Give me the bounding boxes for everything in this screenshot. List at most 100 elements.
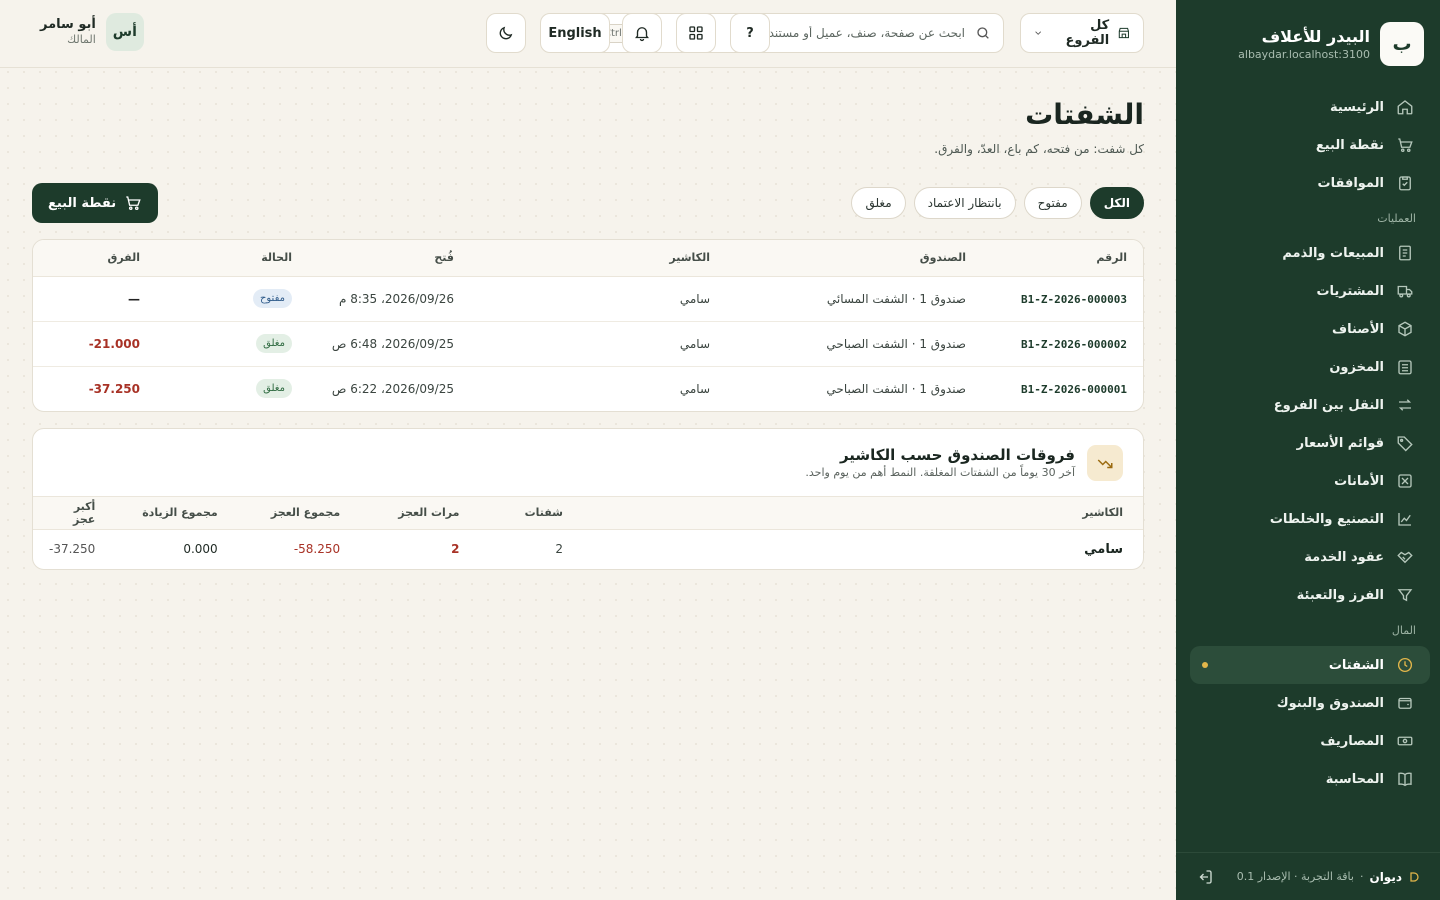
logout-icon[interactable] (1196, 868, 1214, 886)
variance-shortage-total: -58.250 (293, 542, 341, 557)
shift-number[interactable]: B1-Z-2026-000003 (1021, 293, 1127, 306)
avatar: أس (105, 13, 144, 51)
pos-button-label: نقطة البيع (48, 195, 117, 211)
sidebar-item-label: نقطة البيع (1315, 137, 1384, 153)
table-row[interactable]: B1-Z-2026-000003 صندوق 1 · الشفت المسائي… (33, 276, 1143, 322)
pos-button[interactable]: نقطة البيع (32, 183, 159, 223)
sidebar-item-label: التصنيع والخلطات (1269, 511, 1384, 527)
sidebar-item-label: المحاسبة (1325, 771, 1384, 787)
sidebar-item-sorting[interactable]: الفرز والتعبئة (1190, 576, 1430, 614)
variance-header: فروقات الصندوق حسب الكاشير آخر 30 يوماً … (33, 429, 1143, 497)
filter-closed[interactable]: مغلق (851, 187, 906, 219)
filter-pending-approval[interactable]: بانتظار الاعتماد (913, 187, 1016, 219)
sidebar-item-label: الموافقات (1317, 175, 1384, 191)
col-status: الحالة (156, 240, 308, 277)
theme-toggle[interactable] (486, 13, 526, 53)
shift-cashier: سامي (679, 381, 710, 396)
sidebar-item-manufacturing[interactable]: التصنيع والخلطات (1190, 500, 1430, 538)
warehouse-icon (1398, 360, 1412, 375)
variance-subtitle: آخر 30 يوماً من الشفتات المغلقة. النمط أ… (805, 465, 1075, 479)
variance-surplus-total: 0.000 (183, 542, 218, 557)
user-menu[interactable]: أس أبو سامر المالك (40, 13, 144, 51)
sidebar-item-label: عقود الخدمة (1304, 549, 1384, 565)
col-drawer: الصندوق (726, 240, 982, 277)
filter-all[interactable]: الكل (1089, 187, 1144, 219)
sidebar-item-accounting[interactable]: المحاسبة (1190, 760, 1430, 798)
sidebar-item-pos[interactable]: نقطة البيع (1190, 126, 1430, 164)
transfer-icon (1398, 399, 1412, 411)
apps-grid-button[interactable] (676, 13, 716, 53)
status-badge: مغلق (256, 379, 292, 399)
sidebar-item-inventory[interactable]: المخزون (1190, 348, 1430, 386)
variance-cashier: سامي (1084, 541, 1123, 557)
col-cashier: الكاشير (470, 240, 726, 277)
receipt-icon (1399, 245, 1411, 261)
language-toggle[interactable]: English (540, 13, 610, 53)
table-row: سامي 2 2 -58.250 0.000 -37.250 (33, 529, 1143, 569)
sidebar-item-expenses[interactable]: المصاريف (1190, 722, 1430, 760)
col-diff: الفرق (33, 240, 156, 277)
shift-cashier: سامي (470, 321, 726, 367)
footer-separator: · (1359, 870, 1364, 883)
user-role: المالك (67, 33, 96, 46)
help-button[interactable]: ? (730, 13, 770, 53)
active-indicator-dot (1202, 662, 1208, 668)
store-icon (1119, 27, 1130, 39)
sidebar-item-transfers[interactable]: النقل بين الفروع (1190, 386, 1430, 424)
shift-opened: 2026/09/25، 6:48 ص (308, 321, 470, 367)
sidebar-item-sales[interactable]: المبيعات والذمم (1190, 234, 1430, 272)
shift-number[interactable]: B1-Z-2026-000002 (1021, 338, 1127, 351)
grid-icon (689, 26, 703, 40)
tag-icon (1397, 436, 1413, 452)
col-max-shortage: أكبر عجز (33, 497, 112, 530)
variance-title: فروقات الصندوق حسب الكاشير (839, 445, 1075, 464)
sidebar-item-label: المخزون (1329, 359, 1384, 375)
sidebar-item-label: الشفتات (1328, 657, 1384, 673)
col-opened: فُتح (308, 240, 470, 277)
factory-icon (1398, 513, 1411, 526)
nav-section-operations: العمليات (1377, 211, 1416, 225)
table-row[interactable]: B1-Z-2026-000001 صندوق 1 · الشفت الصباحي… (33, 366, 1143, 411)
topbar: كل الفروع Ctrl K ? English أس أبو سامر ا… (0, 0, 1176, 68)
cart-icon (126, 196, 141, 211)
diwan-logo-icon (1410, 871, 1419, 882)
sidebar-item-consignments[interactable]: الأمانات (1190, 462, 1430, 500)
branch-select[interactable]: كل الفروع (1020, 13, 1144, 53)
col-number: الرقم (982, 240, 1143, 277)
brand-logo: ب (1380, 22, 1424, 66)
notifications-button[interactable] (622, 13, 662, 53)
sidebar-item-label: قوائم الأسعار (1296, 435, 1384, 451)
nav-section-money: المال (1391, 623, 1416, 637)
branch-select-label: كل الفروع (1065, 18, 1110, 48)
sidebar-item-purchases[interactable]: المشتريات (1190, 272, 1430, 310)
sidebar-item-service-contracts[interactable]: عقود الخدمة (1190, 538, 1430, 576)
filter-open[interactable]: مفتوح (1023, 187, 1082, 219)
table-row[interactable]: B1-Z-2026-000002 صندوق 1 · الشفت الصباحي… (33, 321, 1143, 367)
sidebar-item-price-lists[interactable]: قوائم الأسعار (1190, 424, 1430, 462)
sidebar-item-label: الفرز والتعبئة (1296, 587, 1384, 603)
status-filters: الكل مفتوح بانتظار الاعتماد مغلق (851, 187, 1144, 219)
sidebar-item-cash-banks[interactable]: الصندوق والبنوك (1190, 684, 1430, 722)
variance-shifts: 2 (555, 542, 563, 557)
sidebar-item-label: الصندوق والبنوك (1276, 695, 1384, 711)
shift-number[interactable]: B1-Z-2026-000001 (1021, 383, 1127, 396)
status-badge: مغلق (256, 334, 292, 353)
shift-drawer: صندوق 1 · الشفت الصباحي (826, 381, 966, 396)
status-badge: مفتوح (252, 289, 292, 308)
variance-shortage-count: 2 (451, 542, 460, 557)
sidebar-item-items[interactable]: الأصناف (1190, 310, 1430, 348)
col-surplus-total: مجموع الزيادة (111, 497, 234, 530)
shift-diff: — (128, 291, 140, 306)
variance-max-shortage: -37.250 (49, 542, 96, 557)
shift-opened: 2026/09/26، 8:35 م (308, 276, 470, 322)
shift-drawer: صندوق 1 · الشفت المسائي (726, 276, 982, 322)
sidebar-item-shifts[interactable]: الشفتات (1190, 646, 1430, 684)
box-icon (1398, 321, 1412, 337)
sidebar-item-label: الأصناف (1332, 321, 1384, 337)
shift-diff: -37.250 (88, 381, 140, 396)
brand-name: البيدر للأعلاف (1261, 27, 1370, 46)
brand[interactable]: ب البيدر للأعلاف albaydar.localhost:3100 (1238, 22, 1424, 66)
sidebar-item-approvals[interactable]: الموافقات (1190, 164, 1430, 202)
page-subtitle: كل شفت: من فتحه، كم باع، العدّ، والفرق. (934, 142, 1144, 156)
sidebar-item-home[interactable]: الرئيسية (1190, 88, 1430, 126)
